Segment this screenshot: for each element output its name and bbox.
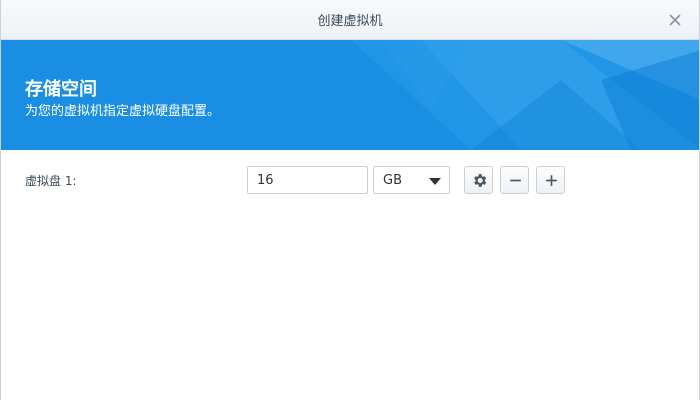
- disk-unit-select[interactable]: GB: [373, 166, 450, 194]
- section-subtitle: 为您的虚拟机指定虚拟硬盘配置。: [25, 104, 221, 119]
- remove-disk-button[interactable]: [500, 166, 529, 194]
- disk-unit-value: GB: [383, 173, 402, 188]
- virtual-disk-label: 虚拟盘 1:: [25, 174, 77, 188]
- add-disk-button[interactable]: [536, 166, 565, 194]
- disk-settings-button[interactable]: [464, 166, 493, 194]
- titlebar: 创建虚拟机: [1, 0, 699, 40]
- gear-icon: [474, 174, 487, 187]
- header-banner: 存储空间 为您的虚拟机指定虚拟硬盘配置。: [1, 40, 699, 150]
- section-title: 存储空间: [25, 79, 97, 100]
- create-vm-dialog: 创建虚拟机 存储空间 为您的虚拟机指定虚拟硬盘配置。 虚拟盘 1: GB: [0, 0, 700, 400]
- chevron-down-icon: [429, 178, 441, 185]
- disk-size-input[interactable]: [247, 166, 368, 194]
- plus-icon: [546, 175, 557, 186]
- window-title: 创建虚拟机: [317, 14, 383, 29]
- banner-background: [1, 40, 699, 150]
- close-icon[interactable]: [667, 12, 683, 28]
- minus-icon: [510, 179, 521, 182]
